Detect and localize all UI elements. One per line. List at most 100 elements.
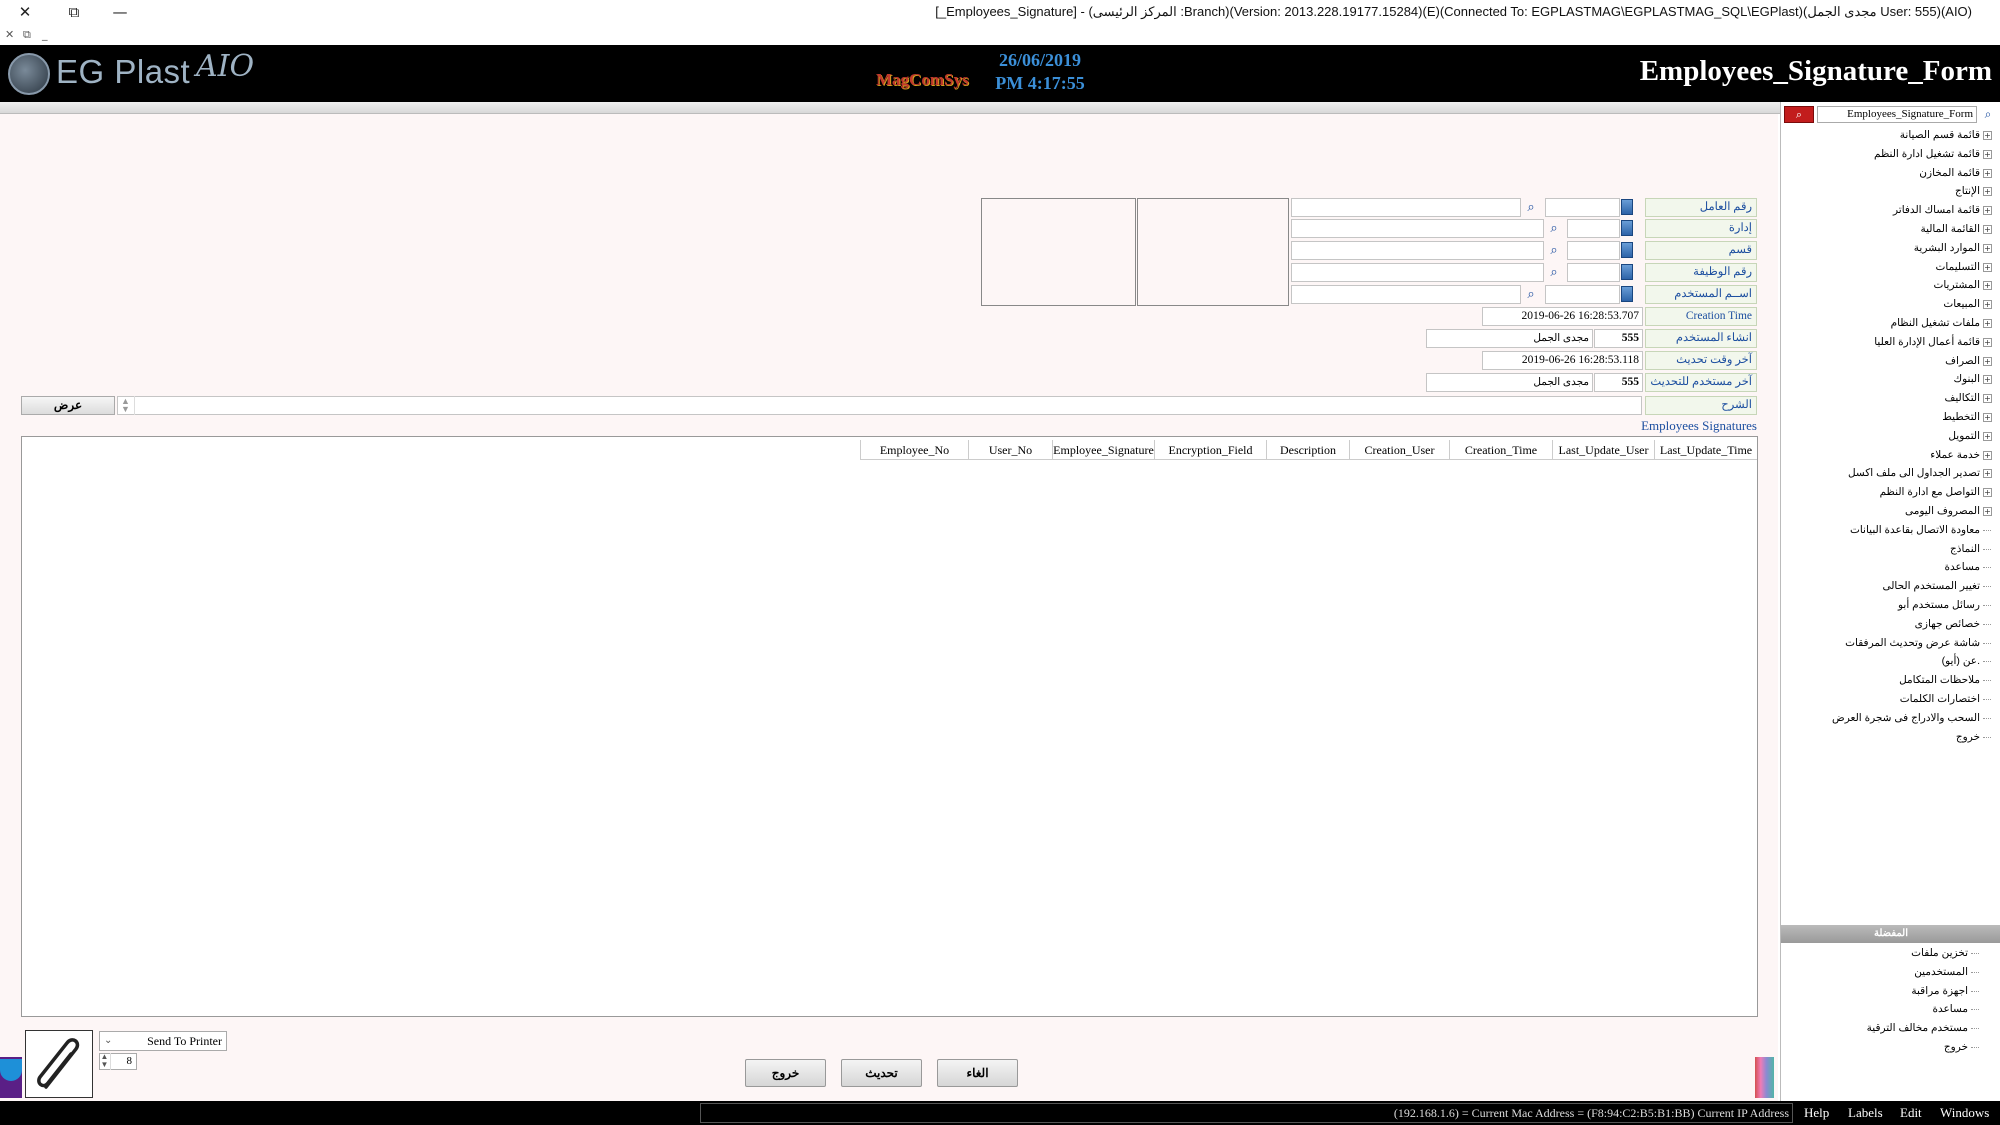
nav-tree-item[interactable]: قائمة قسم الصيانة + [1787,126,1992,145]
nav-tree-item[interactable]: الموارد البشرية + [1787,239,1992,258]
nav-tree-item[interactable]: خصائص جهازى [1787,615,1992,634]
section-lookup-icon[interactable] [1621,242,1633,258]
nav-tree-item[interactable]: قائمة أعمال الإدارة العليا + [1787,333,1992,352]
expand-icon[interactable]: + [1983,262,1992,272]
cancel-button[interactable]: الغاء [937,1059,1018,1087]
nav-tree-item[interactable]: اختصارات الكلمات [1787,690,1992,709]
nav-tree-item[interactable]: عن (أيو). [1787,652,1992,671]
nav-tree-item[interactable]: التسليمات + [1787,258,1992,277]
nav-tree-item[interactable]: التواصل مع ادارة النظم + [1787,483,1992,502]
notes-input[interactable] [117,396,1642,415]
employee-no-search-icon[interactable]: ⌕ [1522,199,1540,217]
employee-no-lookup-icon[interactable] [1621,199,1633,215]
nav-tree-item[interactable]: معاودة الاتصال بقاعدة البيانات [1787,521,1992,540]
update-button[interactable]: تحديث [841,1059,922,1087]
nav-tree-item[interactable]: المشتريات + [1787,276,1992,295]
copies-spinner[interactable]: ▲ ▼ [99,1053,111,1070]
expand-icon[interactable]: + [1983,431,1992,441]
color-palette-icon[interactable] [1755,1057,1774,1098]
grid-column-header[interactable]: Last_Update_User [1552,440,1654,460]
nav-tree-item[interactable]: رسائل مستخدم أبو [1787,596,1992,615]
job-no-search-icon[interactable]: ⌕ [1545,264,1563,282]
nav-tree-item[interactable]: البنوك + [1787,370,1992,389]
expand-icon[interactable]: + [1983,187,1992,197]
expand-icon[interactable]: + [1983,300,1992,310]
section-input[interactable] [1567,241,1620,260]
favorites-item[interactable]: خروج [1780,1038,1980,1057]
employees-signatures-grid[interactable]: Employee_No User_No Employee_Signature Encr… [21,436,1758,1017]
job-no-lookup-icon[interactable] [1621,264,1633,280]
expand-icon[interactable]: + [1983,224,1992,234]
nav-tree-item[interactable]: التكاليف + [1787,389,1992,408]
mdi-restore-button[interactable]: ⧉ [23,28,31,42]
printer-dropdown[interactable]: ⌄ Send To Printer [99,1031,227,1051]
expand-icon[interactable]: + [1983,469,1992,479]
exit-button[interactable]: خروج [745,1059,826,1087]
nav-tree-item[interactable]: النماذج [1787,540,1992,559]
photo-image-box[interactable] [1137,198,1289,306]
nav-tree-item[interactable]: المبيعات + [1787,295,1992,314]
expand-icon[interactable]: + [1983,337,1992,347]
minimize-window-button[interactable]: — [110,2,130,22]
expand-icon[interactable]: + [1983,243,1992,253]
nav-tree-item[interactable]: الصراف + [1787,352,1992,371]
grid-column-header[interactable]: User_No [968,440,1052,460]
expand-icon[interactable]: + [1983,488,1992,498]
expand-icon[interactable]: + [1983,206,1992,216]
nav-tree-item[interactable]: قائمة المخازن + [1787,164,1992,183]
nav-tree-item[interactable]: تغيير المستخدم الحالى [1787,577,1992,596]
favorites-item[interactable]: اجهزة مراقبة [1780,982,1980,1001]
nav-search-input[interactable]: Employees_Signature_Form [1817,106,1977,123]
grid-column-header[interactable]: Employee_Signature [1052,440,1154,460]
nav-search-button[interactable]: ⌕ [1784,106,1814,123]
employee-no-input[interactable] [1545,198,1620,217]
section-search-icon[interactable]: ⌕ [1545,242,1563,260]
expand-icon[interactable]: + [1983,450,1992,460]
close-window-button[interactable]: ✕ [15,2,35,22]
nav-tree-item[interactable]: التمويل + [1787,427,1992,446]
expand-icon[interactable]: + [1983,506,1992,516]
notes-spinner[interactable]: ▲ ▼ [117,396,135,415]
expand-icon[interactable]: + [1983,149,1992,159]
expand-icon[interactable]: + [1983,412,1992,422]
nav-tree-item[interactable]: مساعدة [1787,558,1992,577]
menu-help[interactable]: Help [1804,1103,1829,1123]
grid-column-header[interactable]: Creation_Time [1449,440,1552,460]
user-no-input[interactable] [1545,285,1620,304]
nav-tree-item[interactable]: القائمة المالية + [1787,220,1992,239]
menu-windows[interactable]: Windows [1940,1103,1989,1123]
grid-column-header[interactable]: Creation_User [1349,440,1449,460]
nav-tree-item[interactable]: السحب والادراج فى شجرة العرض [1787,709,1992,728]
department-lookup-icon[interactable] [1621,220,1633,236]
show-button[interactable]: عرض [21,396,115,415]
nav-tree-item[interactable]: التخطيط + [1787,408,1992,427]
menu-labels[interactable]: Labels [1848,1103,1883,1123]
favorites-item[interactable]: المستخدمين [1780,963,1980,982]
expand-icon[interactable]: + [1983,168,1992,178]
expand-icon[interactable]: + [1983,318,1992,328]
nav-find-icon[interactable]: ⌕ [1979,106,1997,123]
favorites-item[interactable]: تخزين ملفات [1780,944,1980,963]
favorites-item[interactable]: مساعدة [1780,1000,1980,1019]
attachment-button[interactable] [25,1030,93,1098]
expand-icon[interactable]: + [1983,394,1992,404]
expand-icon[interactable]: + [1983,375,1992,385]
grid-column-header[interactable]: Employee_No [860,440,968,460]
expand-icon[interactable]: + [1983,131,1992,140]
nav-tree-item[interactable]: ملفات تشغيل النظام + [1787,314,1992,333]
expand-icon[interactable]: + [1983,356,1992,366]
nav-tree-item[interactable]: قائمة تشغيل ادارة النظم + [1787,145,1992,164]
nav-tree-item[interactable]: خدمة عملاء + [1787,446,1992,465]
mdi-close-button[interactable]: ✕ [5,28,14,41]
nav-tree-item[interactable]: قائمة امساك الدفاتر + [1787,201,1992,220]
user-name-search-icon[interactable]: ⌕ [1522,286,1540,304]
nav-tree-item[interactable]: خروج [1787,728,1992,747]
grid-column-header[interactable]: Description [1266,440,1349,460]
menu-edit[interactable]: Edit [1900,1103,1922,1123]
signature-image-box[interactable] [981,198,1136,306]
user-name-lookup-icon[interactable] [1621,286,1633,302]
expand-icon[interactable]: + [1983,281,1992,291]
nav-tree-item[interactable]: تصدير الجداول الى ملف اكسل + [1787,464,1992,483]
grid-column-header[interactable]: Last_Update_Time [1654,440,1757,460]
restore-window-button[interactable]: ⧉ [64,2,84,22]
